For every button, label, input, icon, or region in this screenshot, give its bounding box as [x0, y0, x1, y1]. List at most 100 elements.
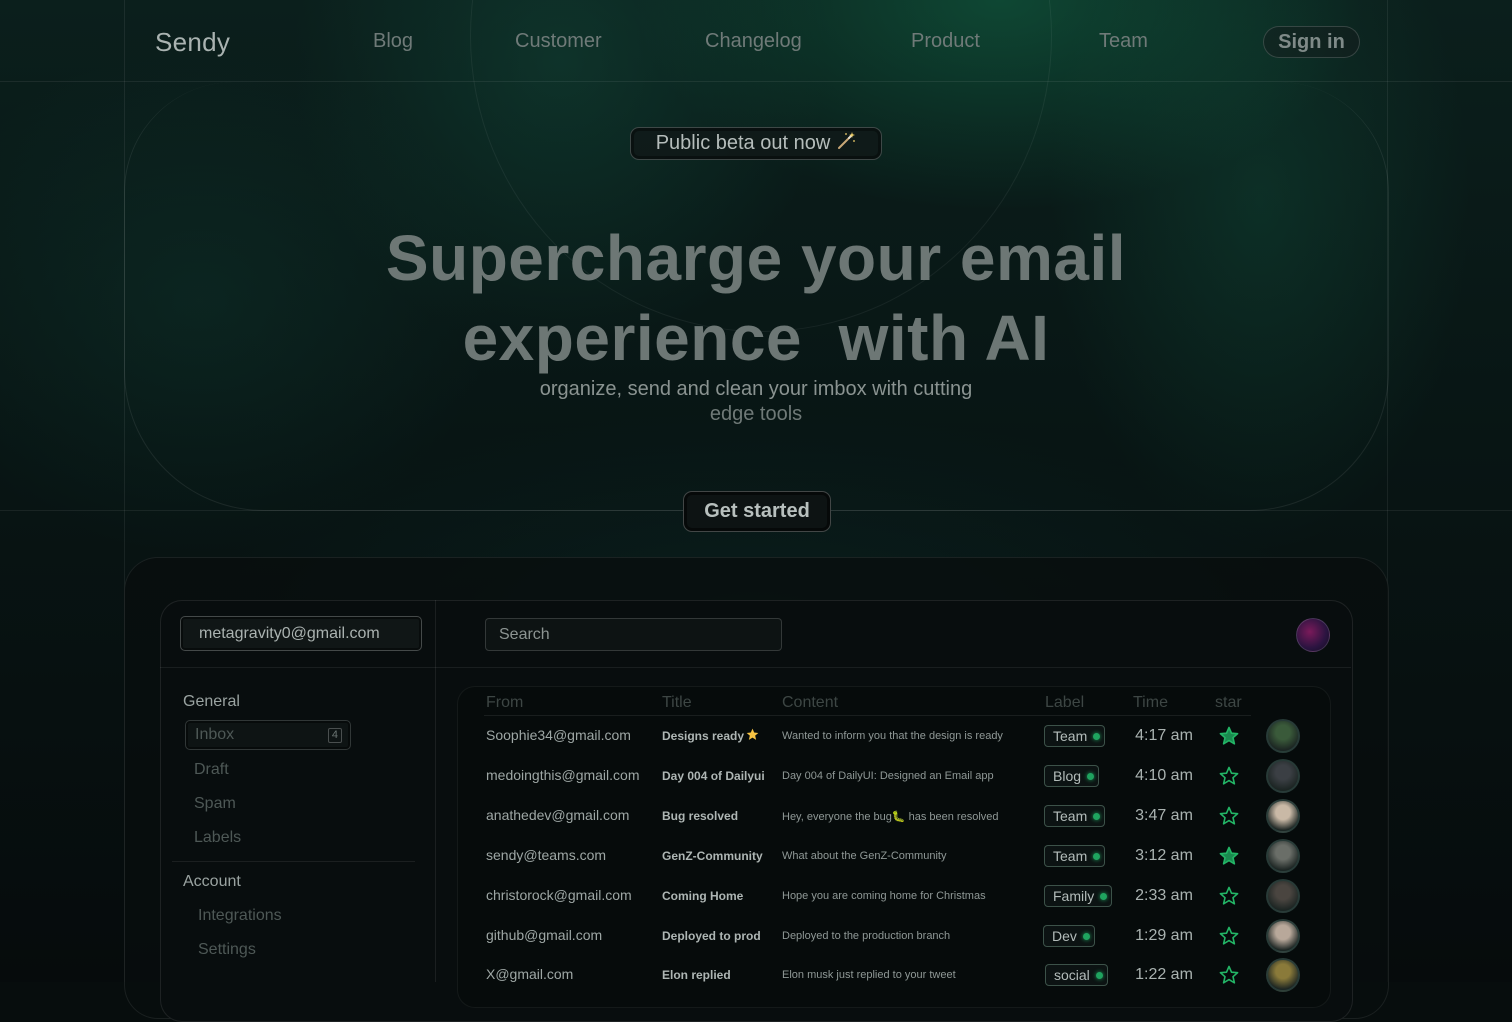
- topbar-divider: [160, 667, 1351, 668]
- sidebar-section-divider: [172, 861, 415, 862]
- email-time: 1:22 am: [1135, 966, 1193, 983]
- label-text: Family: [1053, 888, 1095, 904]
- column-header-title: Title: [662, 694, 692, 711]
- inbox-count-badge: 4: [327, 727, 342, 743]
- beta-announcement-pill[interactable]: Public beta out now: [630, 127, 882, 160]
- email-sender: sendy@teams.com: [486, 847, 607, 863]
- email-preview: Hey, everyone the bug🐛 has been resolved: [782, 811, 999, 823]
- email-preview: What about the GenZ-Community: [782, 850, 947, 862]
- label-status-dot: [1082, 932, 1090, 940]
- sidebar-divider: [435, 600, 436, 982]
- search-input[interactable]: [485, 618, 782, 651]
- email-sender: github@gmail.com: [486, 927, 603, 943]
- star-icon[interactable]: [1219, 806, 1239, 826]
- email-subject: GenZ-Community: [662, 849, 763, 863]
- nav-link-blog[interactable]: Blog: [373, 30, 413, 53]
- star-icon[interactable]: [1219, 766, 1239, 786]
- headline-line-2: experience with AI: [462, 302, 1050, 374]
- sender-avatar[interactable]: [1266, 958, 1300, 992]
- sender-avatar[interactable]: [1266, 799, 1300, 833]
- sidebar-item-spam[interactable]: Spam: [194, 795, 236, 813]
- label-text: Dev: [1052, 928, 1077, 944]
- email-time: 3:47 am: [1135, 807, 1193, 824]
- email-preview: Wanted to inform you that the design is …: [782, 730, 1003, 742]
- hero-headline: Supercharge your email experience with A…: [256, 218, 1256, 378]
- sidebar-item-settings[interactable]: Settings: [198, 941, 256, 959]
- email-sender: christorock@gmail.com: [486, 887, 632, 903]
- sender-avatar[interactable]: [1266, 839, 1300, 873]
- email-sender: anathedev@gmail.com: [486, 807, 630, 823]
- label-chip[interactable]: Team: [1044, 725, 1106, 747]
- email-preview: Deployed to the production branch: [782, 930, 951, 942]
- sign-in-button[interactable]: Sign in: [1263, 26, 1360, 58]
- nav-link-team[interactable]: Team: [1099, 30, 1148, 53]
- section-title-general: General: [183, 693, 240, 710]
- label-text: social: [1054, 967, 1090, 983]
- sidebar-item-label: Inbox: [195, 726, 235, 743]
- email-time: 2:33 am: [1135, 887, 1193, 904]
- label-status-dot: [1093, 812, 1101, 820]
- label-status-dot: [1093, 732, 1101, 740]
- label-status-dot: [1087, 772, 1095, 780]
- label-text: Team: [1053, 728, 1088, 744]
- star-icon[interactable]: [1219, 926, 1239, 946]
- star-icon[interactable]: [1219, 886, 1239, 906]
- subline-line-2: edge tools: [709, 403, 803, 425]
- brand-logo[interactable]: Sendy: [155, 27, 230, 58]
- label-chip[interactable]: Blog: [1044, 765, 1100, 787]
- label-status-dot: [1093, 852, 1101, 860]
- label-status-dot: [1100, 892, 1108, 900]
- label-chip[interactable]: Team: [1044, 845, 1106, 867]
- headline-line-1: Supercharge your email: [385, 222, 1127, 294]
- label-chip[interactable]: Dev: [1043, 925, 1095, 947]
- table-header-divider: [484, 715, 1251, 716]
- email-time: 3:12 am: [1135, 847, 1193, 864]
- star-icon[interactable]: [1219, 846, 1239, 866]
- star-emoji-icon: [746, 728, 759, 746]
- star-icon[interactable]: [1219, 726, 1239, 746]
- get-started-button[interactable]: Get started: [683, 491, 831, 532]
- hero-subheadline: organize, send and clean your imbox with…: [456, 377, 1056, 427]
- nav-link-product[interactable]: Product: [911, 30, 980, 53]
- star-icon[interactable]: [1219, 965, 1239, 985]
- column-header-star: star: [1215, 694, 1242, 711]
- email-preview: Day 004 of DailyUI: Designed an Email ap…: [782, 770, 994, 782]
- column-header-time: Time: [1133, 694, 1168, 711]
- profile-avatar[interactable]: [1296, 618, 1330, 652]
- label-status-dot: [1095, 971, 1103, 979]
- sidebar-item-labels[interactable]: Labels: [194, 829, 241, 847]
- pill-text: Public beta out now: [655, 132, 831, 154]
- sidebar-item-inbox[interactable]: Inbox 4: [185, 720, 351, 750]
- label-chip[interactable]: Team: [1044, 805, 1106, 827]
- email-subject: Deployed to prod: [662, 929, 761, 943]
- column-header-from: From: [486, 694, 524, 711]
- magic-wand-icon: [836, 131, 856, 157]
- email-subject: Bug resolved: [662, 809, 739, 823]
- sidebar-item-draft[interactable]: Draft: [194, 761, 229, 779]
- email-sender: Soophie34@gmail.com: [486, 727, 631, 743]
- label-text: Team: [1053, 808, 1088, 824]
- subline-line-1: organize, send and clean your imbox with…: [539, 378, 973, 400]
- sender-avatar[interactable]: [1266, 879, 1300, 913]
- label-chip[interactable]: social: [1045, 964, 1108, 986]
- email-sender: medoingthis@gmail.com: [486, 767, 640, 783]
- email-subject: Elon replied: [662, 968, 731, 982]
- sender-avatar[interactable]: [1266, 719, 1300, 753]
- email-subject: Designs ready: [662, 729, 745, 743]
- column-header-content: Content: [782, 694, 839, 711]
- email-subject: Coming Home: [662, 889, 744, 903]
- sidebar-item-integrations[interactable]: Integrations: [198, 907, 282, 925]
- sender-avatar[interactable]: [1266, 759, 1300, 793]
- label-text: Team: [1053, 848, 1088, 864]
- nav-link-customer[interactable]: Customer: [515, 30, 602, 53]
- label-chip[interactable]: Family: [1044, 885, 1113, 907]
- email-time: 1:29 am: [1135, 927, 1193, 944]
- email-preview: Hope you are coming home for Christmas: [782, 890, 986, 902]
- email-time: 4:17 am: [1135, 727, 1193, 744]
- nav-link-changelog[interactable]: Changelog: [705, 30, 802, 53]
- email-subject: Day 004 of Dailyui: [662, 769, 765, 783]
- email-sender: X@gmail.com: [486, 966, 574, 982]
- account-selector[interactable]: metagravity0@gmail.com: [180, 616, 422, 651]
- sender-avatar[interactable]: [1266, 919, 1300, 953]
- column-header-label: Label: [1045, 694, 1085, 711]
